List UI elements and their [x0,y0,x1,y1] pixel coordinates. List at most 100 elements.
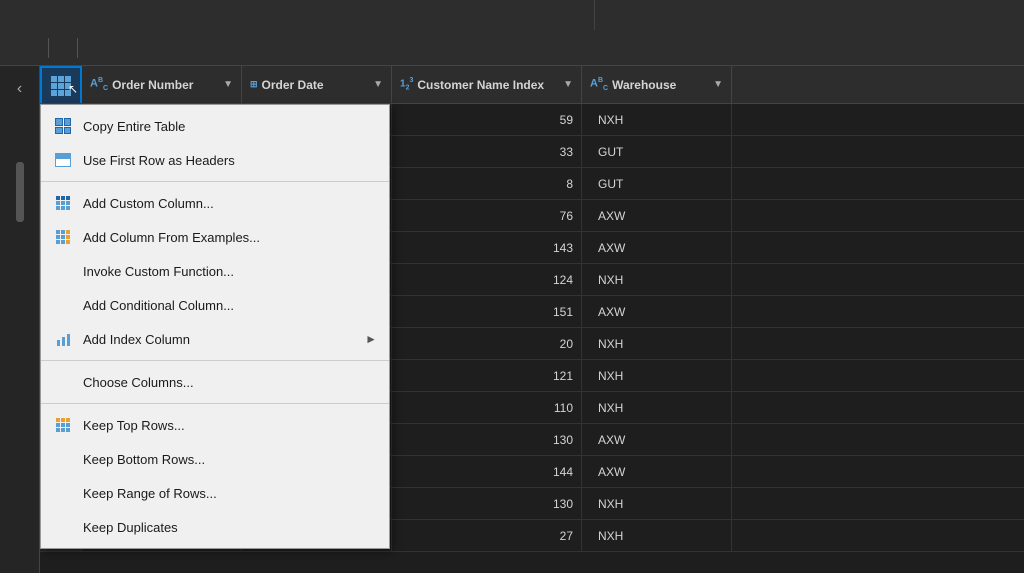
menu-item-icon [53,449,73,469]
collapse-arrow[interactable]: ‹ [13,76,26,102]
menu-item-label: Invoke Custom Function... [83,264,377,279]
menu-item-icon [53,372,73,392]
customer-name-cell: 20 [392,328,582,359]
menu-item-add-index[interactable]: Add Index Column ► [41,322,389,356]
warehouse-cell: GUT [582,168,732,199]
order-number-label: Order Number [112,78,193,92]
menu-item-icon [53,227,73,247]
order-date-label: Order Date [262,78,324,92]
menu-item-keep-bottom-rows[interactable]: Keep Bottom Rows... [41,442,389,476]
warehouse-dropdown-icon[interactable]: ▼ [713,79,723,90]
warehouse-cell: AXW [582,424,732,455]
warehouse-cell: GUT [582,136,732,167]
formula-separator2 [77,38,78,58]
menu-separator [41,181,389,182]
warehouse-cell: AXW [582,200,732,231]
customer-name-type-icon: 123 [400,77,413,91]
warehouse-type-icon: ABC [590,77,608,92]
warehouse-cell: AXW [582,296,732,327]
warehouse-cell: NXH [582,520,732,551]
customer-name-cell: 27 [392,520,582,551]
customer-name-cell: 59 [392,104,582,135]
column-headers: ↖ ABC Order Number ▼ ⊞ Order Date ▼ 123 … [40,66,1024,104]
customer-name-cell: 8 [392,168,582,199]
menu-item-copy-entire-table[interactable]: Copy Entire Table [41,109,389,143]
menu-item-label: Keep Duplicates [83,520,377,535]
context-menu: Copy Entire Table Use First Row as Heade… [40,104,390,549]
customer-name-cell: 143 [392,232,582,263]
menu-item-label: Keep Range of Rows... [83,486,377,501]
menu-item-icon [53,261,73,281]
col-header-warehouse[interactable]: ABC Warehouse ▼ [582,66,732,103]
cursor-icon: ↖ [68,82,78,96]
menu-item-add-custom-column[interactable]: Add Custom Column... [41,186,389,220]
order-date-dropdown-icon[interactable]: ▼ [373,79,383,90]
warehouse-label: Warehouse [612,78,676,92]
warehouse-cell: AXW [582,232,732,263]
menu-item-label: Keep Top Rows... [83,418,377,433]
menu-item-label: Add Column From Examples... [83,230,377,245]
table-menu-button[interactable]: ↖ [40,66,82,103]
table-area: ↖ ABC Order Number ▼ ⊞ Order Date ▼ 123 … [40,66,1024,573]
menu-item-add-column-examples[interactable]: Add Column From Examples... [41,220,389,254]
menu-item-icon [53,517,73,537]
menu-item-label: Use First Row as Headers [83,153,377,168]
fx-icon [59,46,67,50]
order-date-type-icon: ⊞ [250,79,258,90]
warehouse-cell: NXH [582,360,732,391]
customer-name-cell: 76 [392,200,582,231]
customer-name-cell: 110 [392,392,582,423]
menu-item-choose-columns[interactable]: Choose Columns... [41,365,389,399]
warehouse-cell: NXH [582,328,732,359]
customer-name-cell: 124 [392,264,582,295]
warehouse-cell: NXH [582,392,732,423]
warehouse-cell: NXH [582,104,732,135]
menu-item-keep-duplicates[interactable]: Keep Duplicates [41,510,389,544]
formula-bar [0,30,1024,66]
customer-name-cell: 151 [392,296,582,327]
warehouse-cell: NXH [582,488,732,519]
warehouse-cell: NXH [582,264,732,295]
menu-item-icon [53,483,73,503]
left-sidebar: ‹ [0,66,40,573]
col-header-customer-name[interactable]: 123 Customer Name Index ▼ [392,66,582,103]
customer-name-cell: 130 [392,488,582,519]
menu-item-label: Copy Entire Table [83,119,377,134]
customer-name-label: Customer Name Index [417,78,544,92]
menu-item-use-first-row[interactable]: Use First Row as Headers [41,143,389,177]
order-number-type-icon: ABC [90,77,108,92]
formula-separator [48,38,49,58]
menu-item-label: Keep Bottom Rows... [83,452,377,467]
menu-item-icon [53,193,73,213]
order-number-dropdown-icon[interactable]: ▼ [223,79,233,90]
menu-item-label: Add Index Column [83,332,355,347]
warehouse-cell: AXW [582,456,732,487]
menu-item-icon [53,295,73,315]
top-section-bar [0,0,1024,30]
menu-item-keep-range-rows[interactable]: Keep Range of Rows... [41,476,389,510]
col-header-order-number[interactable]: ABC Order Number ▼ [82,66,242,103]
menu-item-icon [53,116,73,136]
menu-item-icon [53,329,73,349]
any-column-label [0,0,595,30]
menu-item-icon [53,415,73,435]
menu-separator [41,360,389,361]
submenu-arrow-icon: ► [365,332,377,346]
menu-item-label: Add Custom Column... [83,196,377,211]
menu-item-keep-top-rows[interactable]: Keep Top Rows... [41,408,389,442]
menu-item-label: Add Conditional Column... [83,298,377,313]
text-column-label [595,0,1024,30]
customer-name-dropdown-icon[interactable]: ▼ [563,79,573,90]
col-header-order-date[interactable]: ⊞ Order Date ▼ [242,66,392,103]
main-content: ‹ ↖ ABC Order Number ▼ ⊞ Order Date [0,66,1024,573]
scroll-indicator [16,162,24,222]
cancel-button[interactable] [8,46,20,50]
customer-name-cell: 121 [392,360,582,391]
menu-separator [41,403,389,404]
customer-name-cell: 144 [392,456,582,487]
menu-item-add-conditional[interactable]: Add Conditional Column... [41,288,389,322]
menu-item-label: Choose Columns... [83,375,377,390]
confirm-button[interactable] [26,46,38,50]
customer-name-cell: 130 [392,424,582,455]
menu-item-invoke-custom[interactable]: Invoke Custom Function... [41,254,389,288]
